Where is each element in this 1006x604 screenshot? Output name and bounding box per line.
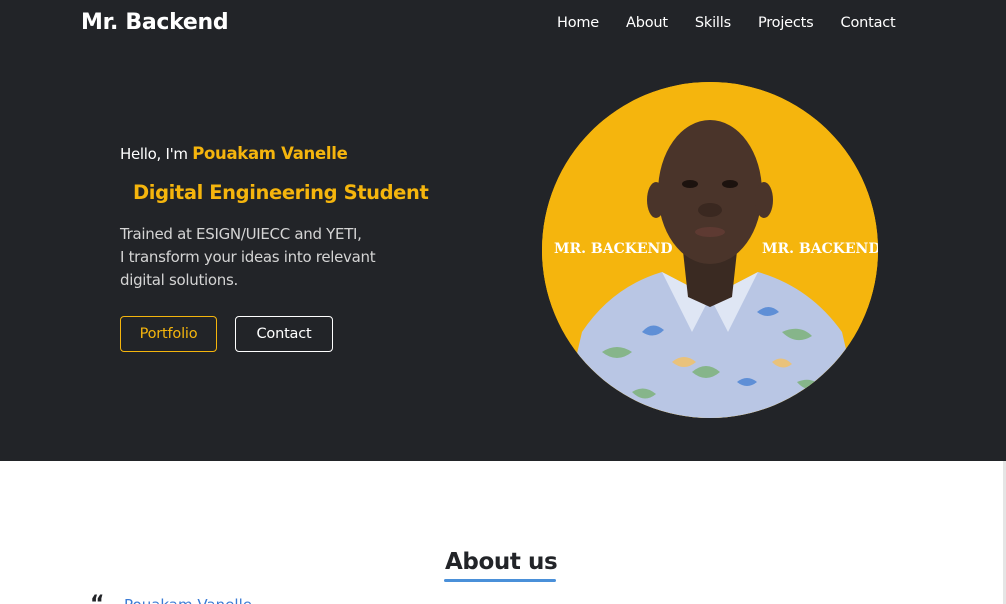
- about-intro-name: Pouakam Vanelle: [124, 596, 252, 604]
- photo-watermark-left: MR. BACKEND: [554, 241, 673, 257]
- main-nav: Home About Skills Projects Contact: [557, 15, 896, 31]
- hero-role: Digital Engineering Student: [133, 181, 429, 204]
- about-title: About us: [445, 549, 558, 575]
- description-line: Trained at ESIGN/UIECC and YETI,: [120, 225, 362, 243]
- hero-description: Trained at ESIGN/UIECC and YETI, I trans…: [120, 223, 376, 292]
- hero-section: Mr. Backend Home About Skills Projects C…: [0, 0, 1006, 461]
- hero-name: Pouakam Vanelle: [192, 144, 348, 163]
- nav-skills[interactable]: Skills: [695, 15, 731, 31]
- description-line: I transform your ideas into relevant: [120, 248, 376, 266]
- photo-watermark-right: MR. BACKEND: [762, 241, 878, 257]
- description-line: digital solutions.: [120, 271, 238, 289]
- hero-greeting: Hello, I'm Pouakam Vanelle: [120, 144, 348, 163]
- nav-about[interactable]: About: [626, 15, 668, 31]
- about-section: About us “ Pouakam Vanelle: [0, 461, 1006, 604]
- nav-projects[interactable]: Projects: [758, 15, 814, 31]
- portfolio-button[interactable]: Portfolio: [120, 316, 217, 352]
- profile-photo: MR. BACKEND MR. BACKEND: [542, 82, 878, 418]
- brand-logo[interactable]: Mr. Backend: [81, 10, 229, 35]
- greeting-text: Hello, I'm: [120, 145, 188, 163]
- about-intro: Pouakam Vanelle: [124, 596, 252, 604]
- nav-home[interactable]: Home: [557, 15, 599, 31]
- nav-contact[interactable]: Contact: [841, 15, 896, 31]
- about-title-underline: [444, 579, 556, 582]
- quote-icon: “: [90, 592, 104, 604]
- contact-button[interactable]: Contact: [235, 316, 333, 352]
- profile-portrait-illustration: MR. BACKEND MR. BACKEND: [542, 82, 878, 418]
